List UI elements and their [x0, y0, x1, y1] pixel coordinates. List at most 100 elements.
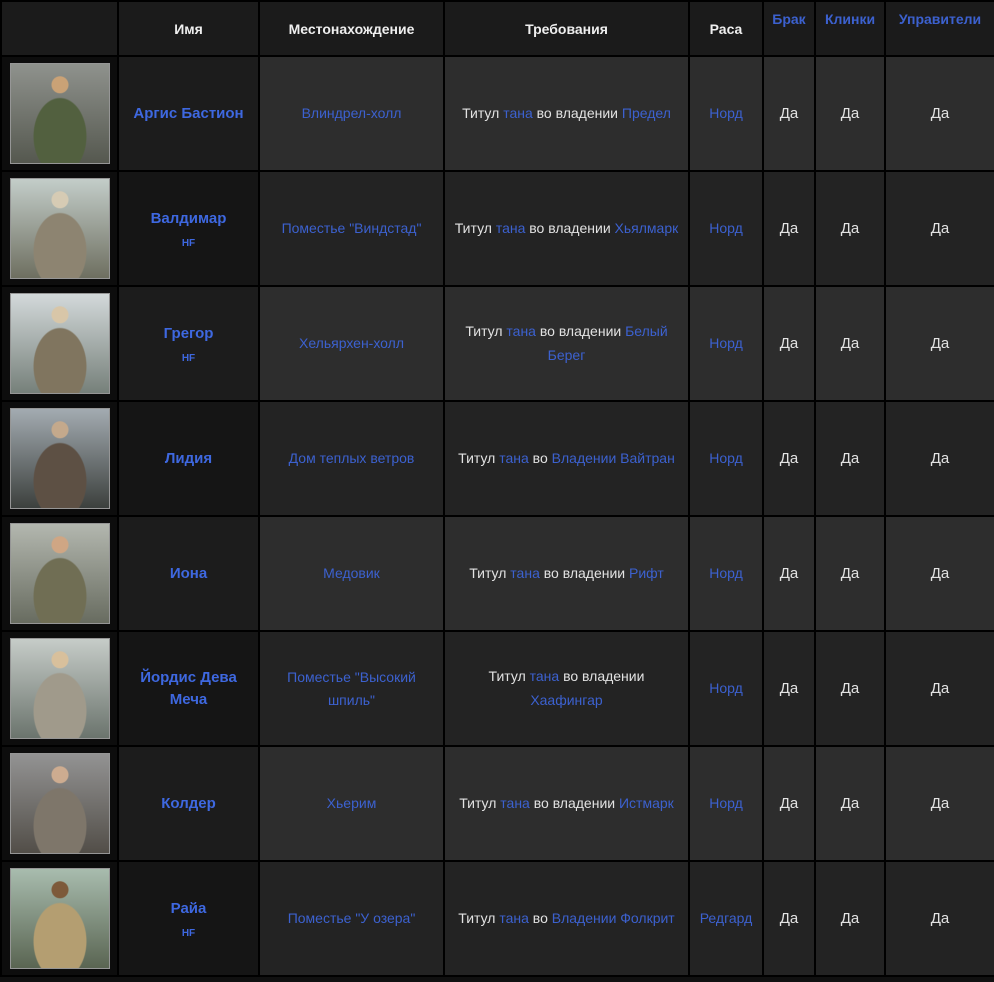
dlc-marker-hearthfire: HF [181, 928, 196, 940]
column-header-name: Имя [117, 0, 260, 57]
location-link[interactable]: Дом теплых ветров [289, 450, 415, 466]
table-row: Аргис Бастион Влиндрел-холл Титул тана во … [0, 55, 994, 172]
requirement-link[interactable]: тана [530, 668, 560, 684]
dlc-marker-hearthfire: HF [181, 238, 196, 250]
character-name-link[interactable]: Аргис Бастион [133, 103, 243, 125]
requirement-text: Титул [462, 104, 504, 121]
requirement-link[interactable]: тана [499, 910, 529, 926]
portrait-calder[interactable] [9, 753, 110, 854]
requirement-text: во владении [532, 104, 622, 121]
requirements-cell: Титул тана во владении Хьялмарк [443, 170, 690, 287]
table-row: Грегор HF Хельярхен-холл Титул тана во влад… [0, 285, 994, 402]
dlc-marker-hearthfire: HF [181, 353, 196, 365]
character-name-link[interactable]: Грегор [164, 323, 214, 345]
location-link[interactable]: Влиндрел-холл [302, 105, 402, 121]
portrait-rayya[interactable] [9, 868, 110, 969]
character-name-link[interactable]: Йордис Дева Меча [127, 667, 250, 711]
requirement-link[interactable]: Владении Фолкрит [552, 910, 675, 926]
name-cell: Лидия [117, 400, 260, 517]
location-cell: Влиндрел-холл [258, 55, 445, 172]
race-link[interactable]: Норд [709, 450, 743, 466]
location-link[interactable]: Поместье "У озера" [288, 910, 416, 926]
requirement-link[interactable]: тана [499, 450, 529, 466]
portrait-valdimar[interactable] [9, 178, 110, 279]
race-link[interactable]: Редгард [700, 910, 753, 926]
race-link[interactable]: Норд [709, 565, 743, 581]
race-cell: Норд [688, 55, 764, 172]
location-link[interactable]: Медовик [323, 565, 380, 581]
requirement-link[interactable]: тана [510, 565, 540, 581]
column-header-link-blades[interactable]: Клинки [825, 11, 875, 27]
character-name-link[interactable]: Райа [171, 898, 207, 920]
character-name-link[interactable]: Лидия [165, 448, 212, 470]
requirement-text: Титул [454, 219, 496, 236]
character-name-link[interactable]: Валдимар [151, 208, 227, 230]
race-link[interactable]: Норд [709, 680, 743, 696]
race-cell: Редгард [688, 860, 764, 977]
location-link[interactable]: Хельярхен-холл [299, 335, 404, 351]
steward-cell: Да [884, 170, 994, 287]
race-link[interactable]: Норд [709, 105, 743, 121]
marriage-cell: Да [762, 515, 816, 632]
table-row: Колдер Хьерим Титул тана во владении Истма… [0, 745, 994, 862]
requirement-link[interactable]: тана [503, 105, 533, 121]
requirement-text: во владении [529, 794, 619, 811]
requirement-link[interactable]: тана [500, 795, 530, 811]
location-link[interactable]: Поместье "Высокий шпиль" [287, 669, 416, 707]
race-link[interactable]: Норд [709, 220, 743, 236]
location-cell: Хельярхен-холл [258, 285, 445, 402]
portrait-jordis[interactable] [9, 638, 110, 739]
blades-cell: Да [814, 285, 886, 402]
requirement-link[interactable]: тана [506, 323, 536, 339]
steward-cell: Да [884, 630, 994, 747]
marriage-cell: Да [762, 630, 816, 747]
requirement-link[interactable]: Истмарк [619, 795, 674, 811]
photo-cell [0, 630, 119, 747]
race-link[interactable]: Норд [709, 335, 743, 351]
marriage-cell: Да [762, 170, 816, 287]
race-link[interactable]: Норд [709, 795, 743, 811]
location-link[interactable]: Поместье "Виндстад" [282, 220, 422, 236]
column-header-stewards: Управители [884, 0, 994, 57]
requirement-link[interactable]: Рифт [629, 565, 664, 581]
requirement-text: Титул [469, 564, 511, 581]
photo-cell [0, 515, 119, 632]
requirement-link[interactable]: Хаафингар [530, 692, 602, 708]
portrait-lydia[interactable] [9, 408, 110, 509]
character-name-link[interactable]: Иона [170, 563, 207, 585]
marriage-cell: Да [762, 285, 816, 402]
blades-cell: Да [814, 400, 886, 517]
name-cell: Аргис Бастион [117, 55, 260, 172]
requirements-cell: Титул тана во владении Предел [443, 55, 690, 172]
requirement-link[interactable]: тана [496, 220, 526, 236]
requirement-text: во [528, 449, 552, 466]
portrait-iona[interactable] [9, 523, 110, 624]
location-cell: Поместье "Высокий шпиль" [258, 630, 445, 747]
blades-cell: Да [814, 515, 886, 632]
race-cell: Норд [688, 285, 764, 402]
marriage-cell: Да [762, 55, 816, 172]
location-cell: Хьерим [258, 745, 445, 862]
table-row: Лидия Дом теплых ветров Титул тана во Влад… [0, 400, 994, 517]
portrait-gregor[interactable] [9, 293, 110, 394]
steward-cell: Да [884, 745, 994, 862]
requirement-link[interactable]: Хьялмарк [615, 220, 679, 236]
column-header-link-marriage[interactable]: Брак [772, 11, 805, 27]
location-cell: Поместье "У озера" [258, 860, 445, 977]
portrait-argis-bastion[interactable] [9, 63, 110, 164]
location-cell: Поместье "Виндстад" [258, 170, 445, 287]
location-link[interactable]: Хьерим [327, 795, 377, 811]
table-row: Йордис Дева Меча Поместье "Высокий шпиль"… [0, 630, 994, 747]
race-cell: Норд [688, 170, 764, 287]
requirement-text: Титул [465, 323, 507, 340]
requirement-text: во владении [559, 668, 645, 685]
column-header-marriage: Брак [762, 0, 816, 57]
table-row: Райа HF Поместье "У озера" Титул тана во Вл… [0, 860, 994, 977]
requirement-text: Титул [459, 794, 501, 811]
requirement-link[interactable]: Владении Вайтран [552, 450, 675, 466]
marriage-cell: Да [762, 400, 816, 517]
character-name-link[interactable]: Колдер [161, 793, 216, 815]
requirement-text: Титул [458, 909, 500, 926]
requirement-link[interactable]: Предел [622, 105, 671, 121]
column-header-link-stewards[interactable]: Управители [899, 11, 981, 27]
